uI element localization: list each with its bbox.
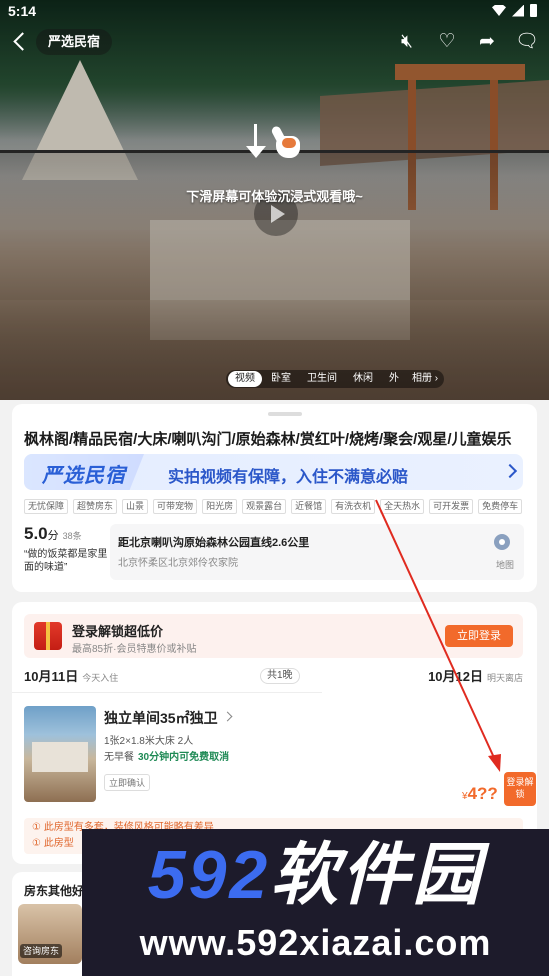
swipe-hint-text: 下滑屏幕可体验沉浸式观看哦~ [186, 189, 363, 204]
hero-video[interactable]: 5:14 严选民宿 🔇︎ ♡ ➦ 🗨︎ 下滑屏幕可体验沉浸式观看哦~ 视频 卧室… [0, 0, 549, 400]
brand-pill[interactable]: 严选民宿 [36, 29, 113, 55]
map-label: 地图 [495, 560, 514, 570]
gift-icon [34, 622, 62, 650]
watermark-url: www.592xiazai.com [139, 922, 492, 963]
watermark-logo: 592软件园 www.592xiazai.com [82, 829, 549, 976]
listing-info-card: 枫林阁/精品民宿/大床/喇叭沟门/原始森林/赏红叶/烧烤/聚会/观星/儿童娱乐 … [12, 404, 537, 592]
favorite-heart-icon[interactable]: ♡ [435, 30, 459, 54]
hand-pointer-icon [270, 124, 304, 160]
other-listings-heading: 房东其他好 [24, 884, 85, 898]
room-cancel-policy: 无早餐 30分钟内可免费取消 [104, 748, 229, 763]
location-box[interactable]: 距北京喇叭沟原始森林公园直线2.6公里 北京怀柔区北京郊伶农家院 地图 [110, 524, 524, 580]
battery-icon [530, 4, 537, 17]
arrow-head [246, 146, 266, 158]
album-link[interactable]: 相册 › [408, 371, 442, 387]
feature-tags: 无忧保障 超赞房东 山景 可带宠物 阳光房 观景露台 近餐馆 有洗衣机 全天热水… [24, 499, 534, 514]
feature-tag: 有洗衣机 [331, 499, 376, 514]
watermark-brand-number: 592 [147, 837, 271, 913]
feature-tag: 可带宠物 [153, 499, 198, 514]
map-pin-icon [494, 534, 510, 550]
watermark-brand: 592软件园 [82, 835, 549, 915]
message-icon[interactable]: 🗨︎ [515, 30, 539, 54]
guarantee-text: 实拍视频有保障，入住不满意必赔 [168, 469, 409, 486]
drag-handle[interactable] [268, 412, 302, 416]
brand-logo: 严选民宿 [24, 454, 144, 490]
checkin-date[interactable]: 10月11日 今天入住 [24, 666, 118, 685]
mute-icon[interactable]: 🔇︎ [395, 30, 419, 54]
media-tabs: 视频 卧室 卫生间 休闲 外 相册 › [226, 370, 445, 388]
chevron-right-icon [502, 463, 518, 479]
chevron-right-icon [222, 711, 233, 722]
breakfast-info: 无早餐 [104, 752, 134, 763]
hand-sleeve [282, 138, 296, 148]
feature-tag: 山景 [122, 499, 149, 514]
feature-tag: 无忧保障 [24, 499, 69, 514]
login-now-button[interactable]: 立即登录 [445, 625, 513, 647]
status-bar: 5:14 [0, 0, 549, 24]
tab-video[interactable]: 视频 [228, 371, 262, 387]
host-avatar-card[interactable]: 咨询房东 [18, 904, 82, 964]
tab-bathroom[interactable]: 卫生间 [300, 371, 344, 387]
guarantee-banner[interactable]: 严选民宿 实拍视频有保障，入住不满意必赔 [24, 454, 523, 490]
date-selector[interactable]: 10月11日 今天入住 共1晚 10月12日 明天离店 [24, 666, 523, 686]
signal-icon [512, 4, 524, 17]
checkout-date[interactable]: 10月12日 明天离店 [428, 666, 523, 685]
room-price: ¥4?? [462, 784, 498, 804]
login-unlock-button[interactable]: 登录解锁 [504, 772, 536, 806]
album-label: 相册 [412, 373, 432, 384]
feature-tag: 阳光房 [202, 499, 238, 514]
feature-tag: 免费停车 [478, 499, 523, 514]
feature-tag: 超赞房东 [73, 499, 118, 514]
login-banner-subtitle: 最高85折·会员特惠价或补贴 [72, 644, 197, 655]
room-thumbnail[interactable] [24, 706, 96, 802]
rating-unit: 分 [47, 530, 59, 542]
location-distance: 距北京喇叭沟原始森林公园直线2.6公里 [118, 537, 310, 549]
checkout-date-value: 10月12日 [428, 669, 483, 684]
contact-host-button[interactable]: 咨询房东 [20, 944, 63, 958]
system-icons [492, 4, 537, 17]
swipe-down-arrow-icon [246, 124, 266, 160]
review-count: 38条 [62, 531, 82, 541]
watermark-brand-text: 软件园 [270, 837, 484, 913]
feature-tag: 全天热水 [380, 499, 425, 514]
price-value: 4?? [467, 784, 498, 803]
rating-score: 5.0 [24, 524, 48, 543]
share-icon[interactable]: ➦ [475, 30, 499, 54]
feature-tag: 观景露台 [242, 499, 287, 514]
nights-count: 共1晚 [260, 668, 300, 684]
instant-confirm-badge: 立即确认 [104, 774, 151, 791]
top-bar: 严选民宿 🔇︎ ♡ ➦ 🗨︎ [0, 28, 549, 58]
room-name[interactable]: 独立单间35㎡独卫 [104, 708, 218, 728]
free-cancel-info: 30分钟内可免费取消 [138, 752, 230, 763]
login-discount-banner[interactable]: 登录解锁超低价 最高85折·会员特惠价或补贴 立即登录 [24, 614, 523, 658]
tab-leisure[interactable]: 休闲 [346, 371, 380, 387]
brand-logo-text: 严选民宿 [42, 465, 126, 487]
back-arrow-icon[interactable] [10, 30, 30, 54]
tab-exterior[interactable]: 外 [382, 371, 406, 387]
tab-bedroom[interactable]: 卧室 [264, 371, 298, 387]
review-quote: “做的饭菜都是家里面的味道” [24, 549, 108, 573]
login-banner-title: 登录解锁超低价 [72, 624, 164, 639]
booking-card: 登录解锁超低价 最高85折·会员特惠价或补贴 立即登录 10月11日 今天入住 共… [12, 602, 537, 864]
status-time: 5:14 [8, 3, 37, 19]
location-address: 北京怀柔区北京郊伶农家院 [118, 558, 238, 569]
room-item[interactable]: 独立单间35㎡独卫 1张2×1.8米大床 2人 无早餐 30分钟内可免费取消 立即… [24, 706, 536, 808]
wifi-icon [492, 5, 506, 16]
rating-summary[interactable]: 5.0分 38条 “做的饭菜都是家里面的味道” [24, 524, 108, 582]
feature-tag: 近餐馆 [291, 499, 327, 514]
checkin-label: 今天入住 [82, 673, 119, 683]
listing-title: 枫林阁/精品民宿/大床/喇叭沟门/原始森林/赏红叶/烧烤/聚会/观星/儿童娱乐 [24, 431, 512, 448]
checkout-label: 明天离店 [486, 673, 523, 683]
divider [12, 692, 322, 693]
feature-tag: 可开发票 [429, 499, 474, 514]
room-bed-info: 1张2×1.8米大床 2人 [104, 736, 194, 747]
top-actions: 🔇︎ ♡ ➦ 🗨︎ [395, 30, 539, 54]
checkin-date-value: 10月11日 [24, 669, 79, 684]
